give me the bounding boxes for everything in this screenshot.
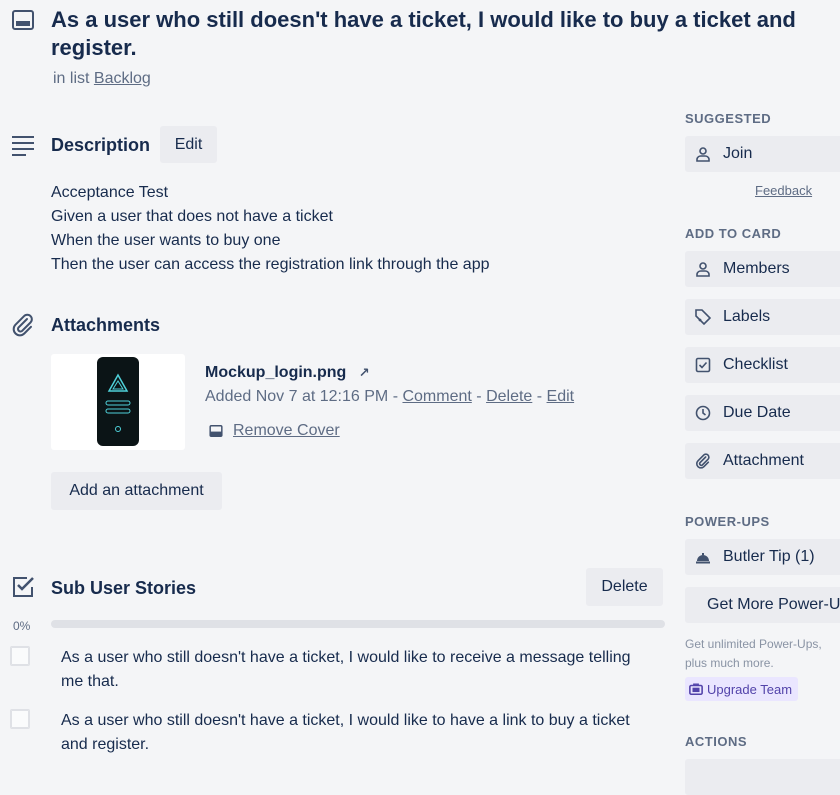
edit-description-button[interactable]: Edit <box>160 126 217 163</box>
get-more-power-ups-button[interactable]: Get More Power-Ups <box>685 587 840 623</box>
labels-label: Labels <box>723 308 771 325</box>
join-button[interactable]: Join <box>685 136 840 172</box>
remove-cover-link[interactable]: Remove Cover <box>233 422 340 440</box>
attachment-filename[interactable]: Mockup_login.png <box>205 364 346 381</box>
attachments-heading: Attachments <box>51 315 161 335</box>
checklist-progress-bar <box>51 620 665 628</box>
get-more-power-ups-label: Get More Power-Ups <box>707 596 840 613</box>
attachment-thumbnail[interactable] <box>51 354 185 450</box>
labels-button[interactable]: Labels <box>685 299 840 335</box>
join-label: Join <box>723 145 753 162</box>
attachment-delete-link[interactable]: Delete <box>486 388 532 405</box>
checklist-item-checkbox[interactable] <box>10 646 30 666</box>
person-icon <box>695 146 711 162</box>
checklist-item-text[interactable]: As a user who still doesn't have a ticke… <box>61 646 631 694</box>
paperclip-icon <box>695 453 711 469</box>
description-line: Given a user that does not have a ticket <box>51 208 333 225</box>
add-attachment-button[interactable]: Add an attachment <box>51 472 222 510</box>
checklist-progress-percent: 0% <box>13 619 31 633</box>
attachment-label: Attachment <box>723 452 804 469</box>
members-button[interactable]: Members <box>685 251 840 287</box>
phone-mockup-image <box>97 357 139 446</box>
open-external-icon[interactable]: ↗ <box>359 365 370 380</box>
checklist-label: Checklist <box>723 356 788 373</box>
add-to-card-heading: ADD TO CARD <box>685 226 782 241</box>
suggested-heading: SUGGESTED <box>685 111 772 126</box>
cover-icon <box>209 424 223 438</box>
checklist-item[interactable]: As a user who still doesn't have a ticke… <box>10 646 650 696</box>
tag-icon <box>695 309 711 325</box>
actions-heading: ACTIONS <box>685 734 747 749</box>
description-text[interactable]: Acceptance Test Given a user that does n… <box>51 181 489 277</box>
power-ups-upsell-text: Get unlimited Power-Ups, plus much more. <box>685 637 822 670</box>
list-breadcrumb: in list Backlog <box>53 70 151 88</box>
feedback-link[interactable]: Feedback <box>755 183 812 198</box>
checklist-heading[interactable]: Sub User Stories <box>51 578 196 599</box>
checklist-item-text[interactable]: As a user who still doesn't have a ticke… <box>61 709 631 757</box>
butler-tip-label: Butler Tip (1) <box>723 548 815 565</box>
attachment-button[interactable]: Attachment <box>685 443 840 479</box>
separator: - <box>392 388 399 405</box>
attachment-name[interactable]: Mockup_login.png ↗ <box>205 364 370 382</box>
checklist-item-checkbox[interactable] <box>10 709 30 729</box>
attachment-meta: Added Nov 7 at 12:16 PM - Comment - Dele… <box>205 388 574 406</box>
separator: - <box>536 388 543 405</box>
due-date-label: Due Date <box>723 404 791 421</box>
clock-icon <box>695 405 711 421</box>
butler-bell-icon <box>695 549 711 565</box>
butler-tip-button[interactable]: Butler Tip (1) <box>685 539 840 575</box>
person-icon <box>695 261 711 277</box>
upgrade-team-label: Upgrade Team <box>707 681 793 697</box>
description-line: Acceptance Test <box>51 184 169 201</box>
description-line: When the user wants to buy one <box>51 232 281 249</box>
due-date-button[interactable]: Due Date <box>685 395 840 431</box>
upgrade-team-button[interactable]: Upgrade Team <box>685 677 799 701</box>
attachment-edit-link[interactable]: Edit <box>547 388 575 405</box>
briefcase-icon <box>689 682 703 696</box>
delete-checklist-button[interactable]: Delete <box>586 568 663 606</box>
card-icon <box>11 8 35 32</box>
actions-first-button[interactable] <box>685 759 840 795</box>
attachment-added-date: Added Nov 7 at 12:16 PM <box>205 388 389 405</box>
paperclip-icon <box>11 313 35 337</box>
members-label: Members <box>723 260 790 277</box>
list-link[interactable]: Backlog <box>94 70 151 87</box>
description-icon <box>11 134 35 158</box>
checklist-icon <box>11 575 35 599</box>
power-ups-heading: POWER-UPS <box>685 514 770 529</box>
checklist-item[interactable]: As a user who still doesn't have a ticke… <box>10 709 650 759</box>
separator: - <box>476 388 482 405</box>
in-list-prefix: in list <box>53 70 90 87</box>
attachment-comment-link[interactable]: Comment <box>402 388 471 405</box>
description-heading: Description <box>51 135 151 155</box>
card-title[interactable]: As a user who still doesn't have a ticke… <box>51 6 831 62</box>
checklist-icon <box>695 357 711 373</box>
checklist-button[interactable]: Checklist <box>685 347 840 383</box>
description-line: Then the user can access the registratio… <box>51 256 490 273</box>
